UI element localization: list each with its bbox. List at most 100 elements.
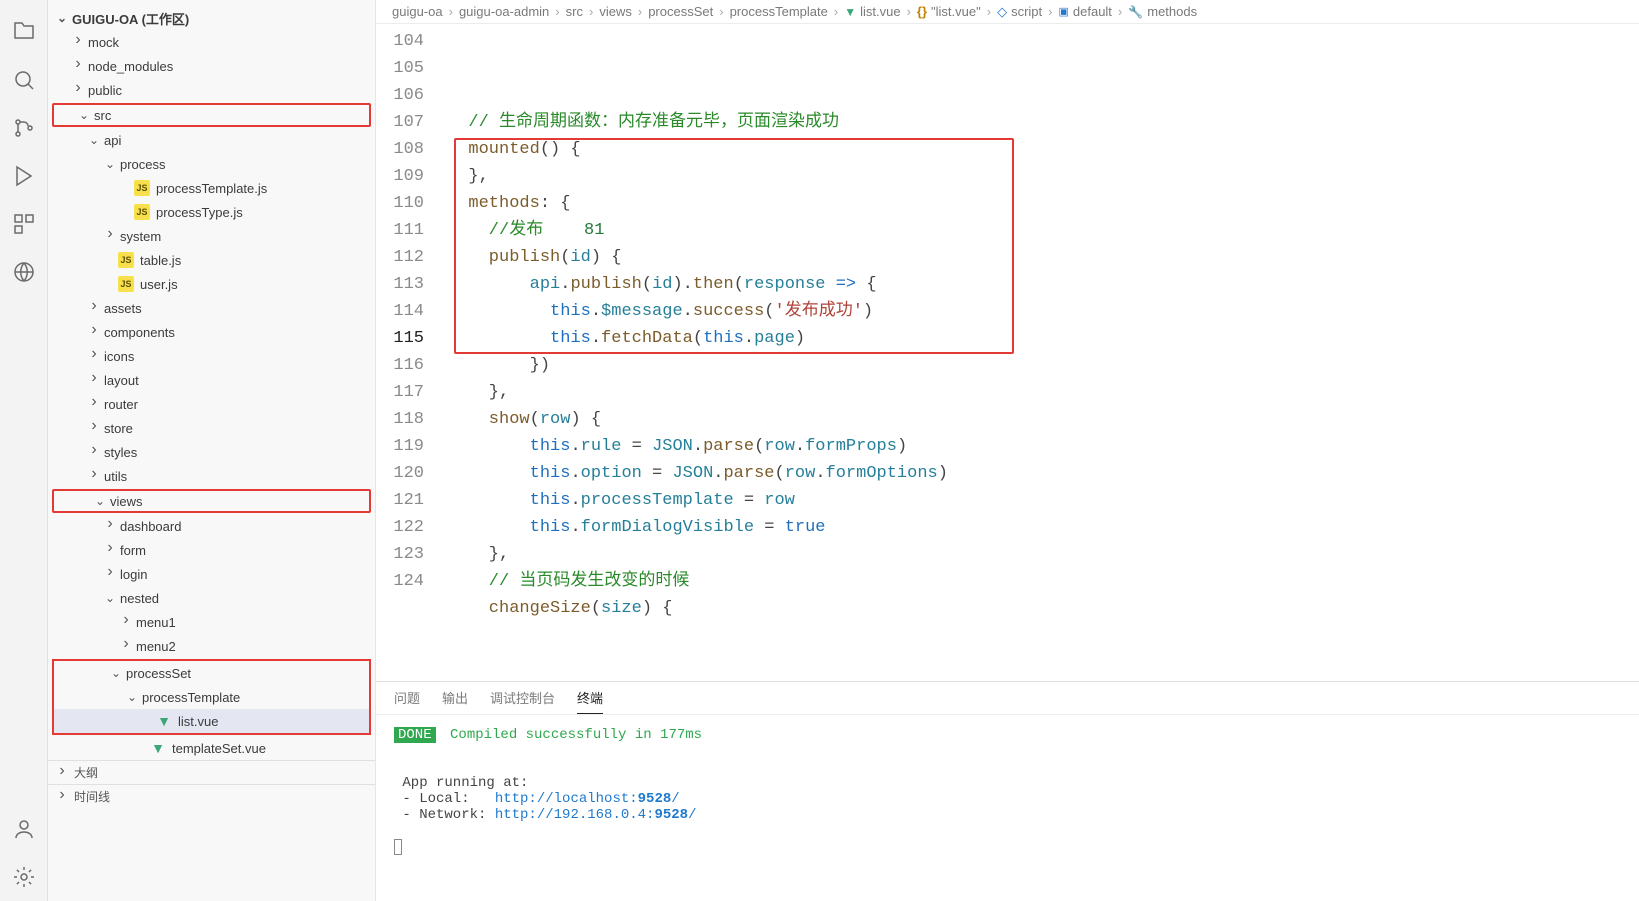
js-icon: JS bbox=[134, 204, 150, 220]
code-editor[interactable]: 1041051061071081091101111121131141151161… bbox=[376, 24, 1639, 681]
code-line[interactable]: }, bbox=[448, 541, 1639, 568]
timeline-section[interactable]: 时间线 bbox=[48, 784, 375, 808]
tree-item-api[interactable]: api bbox=[48, 128, 375, 152]
tree-label: views bbox=[108, 494, 143, 509]
line-number: 107 bbox=[376, 109, 424, 136]
breadcrumb-guigu-oa[interactable]: guigu-oa bbox=[392, 4, 443, 19]
debug-icon[interactable] bbox=[0, 152, 48, 200]
breadcrumbs[interactable]: guigu-oa›guigu-oa-admin›src›views›proces… bbox=[376, 0, 1639, 24]
tree-item-assets[interactable]: assets bbox=[48, 296, 375, 320]
breadcrumb-script[interactable]: script bbox=[997, 4, 1042, 20]
tree-item-src[interactable]: src bbox=[52, 103, 371, 127]
tree-item-processTemplate-js[interactable]: JSprocessTemplate.js bbox=[48, 176, 375, 200]
extensions-icon[interactable] bbox=[0, 200, 48, 248]
network-url[interactable]: http://192.168.0.4:9528/ bbox=[495, 807, 697, 823]
breadcrumb-label: guigu-oa-admin bbox=[459, 4, 549, 19]
explorer-icon[interactable] bbox=[0, 8, 48, 56]
panel-tab-终端[interactable]: 终端 bbox=[577, 688, 603, 714]
tree-label: icons bbox=[102, 349, 134, 364]
code-line[interactable]: this.formDialogVisible = true bbox=[448, 514, 1639, 541]
code-line[interactable]: this.option = JSON.parse(row.formOptions… bbox=[448, 460, 1639, 487]
chevron-right-icon bbox=[86, 323, 102, 341]
js-icon: JS bbox=[134, 180, 150, 196]
code-line[interactable]: this.$message.success('发布成功') bbox=[448, 298, 1639, 325]
breadcrumb--list-vue-[interactable]: "list.vue" bbox=[917, 4, 981, 19]
tree-item-utils[interactable]: utils bbox=[48, 464, 375, 488]
remote-icon[interactable] bbox=[0, 248, 48, 296]
tree-label: public bbox=[86, 83, 122, 98]
breadcrumb-guigu-oa-admin[interactable]: guigu-oa-admin bbox=[459, 4, 549, 19]
code-line[interactable]: methods: { bbox=[448, 190, 1639, 217]
breadcrumb-label: list.vue bbox=[860, 4, 900, 19]
code-line[interactable]: //发布 81 bbox=[448, 217, 1639, 244]
tree-item-icons[interactable]: icons bbox=[48, 344, 375, 368]
tree-item-table-js[interactable]: JStable.js bbox=[48, 248, 375, 272]
breadcrumb-processTemplate[interactable]: processTemplate bbox=[730, 4, 828, 19]
breadcrumb-methods[interactable]: methods bbox=[1128, 4, 1197, 19]
code-line[interactable]: // 生命周期函数：内存准备元毕，页面渲染成功 bbox=[448, 109, 1639, 136]
tree-item-views[interactable]: views bbox=[52, 489, 371, 513]
breadcrumb-processSet[interactable]: processSet bbox=[648, 4, 713, 19]
tree-item-public[interactable]: public bbox=[48, 78, 375, 102]
line-number: 111 bbox=[376, 217, 424, 244]
code-line[interactable]: mounted() { bbox=[448, 136, 1639, 163]
code-line[interactable]: api.publish(id).then(response => { bbox=[448, 271, 1639, 298]
tree-item-processSet[interactable]: processSet bbox=[54, 661, 369, 685]
tree-item-layout[interactable]: layout bbox=[48, 368, 375, 392]
panel-tab-调试控制台[interactable]: 调试控制台 bbox=[490, 688, 555, 714]
tree-item-menu2[interactable]: menu2 bbox=[48, 634, 375, 658]
tree-item-templateSet-vue[interactable]: templateSet.vue bbox=[48, 736, 375, 760]
code-line[interactable]: }) bbox=[448, 352, 1639, 379]
tree-item-router[interactable]: router bbox=[48, 392, 375, 416]
search-icon[interactable] bbox=[0, 56, 48, 104]
code-line[interactable]: this.rule = JSON.parse(row.formProps) bbox=[448, 433, 1639, 460]
code-line[interactable]: // 当页码发生改变的时候 bbox=[448, 568, 1639, 595]
accounts-icon[interactable] bbox=[0, 805, 48, 853]
code-line[interactable]: show(row) { bbox=[448, 406, 1639, 433]
terminal-output[interactable]: DONE Compiled successfully in 177ms App … bbox=[376, 715, 1639, 901]
breadcrumb-list-vue[interactable]: list.vue bbox=[844, 4, 900, 19]
code-line[interactable]: publish(id) { bbox=[448, 244, 1639, 271]
breadcrumb-default[interactable]: default bbox=[1058, 4, 1111, 19]
code-line[interactable]: this.fetchData(this.page) bbox=[448, 325, 1639, 352]
tree-item-styles[interactable]: styles bbox=[48, 440, 375, 464]
tree-item-processType-js[interactable]: JS processType.js bbox=[48, 200, 375, 224]
code-content[interactable]: // 生命周期函数：内存准备元毕，页面渲染成功 mounted() { }, m… bbox=[448, 24, 1639, 681]
outline-section[interactable]: 大纲 bbox=[48, 760, 375, 784]
tree-item-dashboard[interactable]: dashboard bbox=[48, 514, 375, 538]
tree-item-menu1[interactable]: menu1 bbox=[48, 610, 375, 634]
local-url[interactable]: http://localhost:9528/ bbox=[495, 791, 680, 807]
chevron-right-icon bbox=[102, 227, 118, 245]
code-line[interactable]: this.processTemplate = row bbox=[448, 487, 1639, 514]
panel-tab-问题[interactable]: 问题 bbox=[394, 688, 420, 714]
tree-item-system[interactable]: system bbox=[48, 224, 375, 248]
tree-item-mock[interactable]: mock bbox=[48, 30, 375, 54]
tree-item-components[interactable]: components bbox=[48, 320, 375, 344]
breadcrumb-views[interactable]: views bbox=[599, 4, 632, 19]
tree-item-nested[interactable]: nested bbox=[48, 586, 375, 610]
chevron-down-icon bbox=[102, 157, 118, 171]
workspace-title[interactable]: GUIGU-OA (工作区) bbox=[48, 6, 375, 30]
breadcrumb-label: default bbox=[1073, 4, 1112, 19]
tree-item-list-vue[interactable]: list.vue bbox=[54, 709, 369, 733]
chevron-right-icon: › bbox=[907, 4, 911, 19]
chevron-right-icon bbox=[86, 347, 102, 365]
tree-item-form[interactable]: form bbox=[48, 538, 375, 562]
tree-item-user-js[interactable]: JSuser.js bbox=[48, 272, 375, 296]
tree-item-store[interactable]: store bbox=[48, 416, 375, 440]
breadcrumb-src[interactable]: src bbox=[566, 4, 583, 19]
panel-tab-输出[interactable]: 输出 bbox=[442, 688, 468, 714]
tree-item-processTemplate[interactable]: processTemplate bbox=[54, 685, 369, 709]
tree-item-node_modules[interactable]: node_modules bbox=[48, 54, 375, 78]
code-line[interactable]: }, bbox=[448, 163, 1639, 190]
tree-item-process[interactable]: process bbox=[48, 152, 375, 176]
source-control-icon[interactable] bbox=[0, 104, 48, 152]
code-line[interactable]: changeSize(size) { bbox=[448, 595, 1639, 622]
settings-icon[interactable] bbox=[0, 853, 48, 901]
tree-item-login[interactable]: login bbox=[48, 562, 375, 586]
code-line[interactable]: }, bbox=[448, 379, 1639, 406]
tree-label: processType.js bbox=[154, 205, 243, 220]
bottom-panel: 问题输出调试控制台终端 DONE Compiled successfully i… bbox=[376, 681, 1639, 901]
chevron-right-icon: › bbox=[449, 4, 453, 19]
chevron-down-icon bbox=[86, 133, 102, 147]
